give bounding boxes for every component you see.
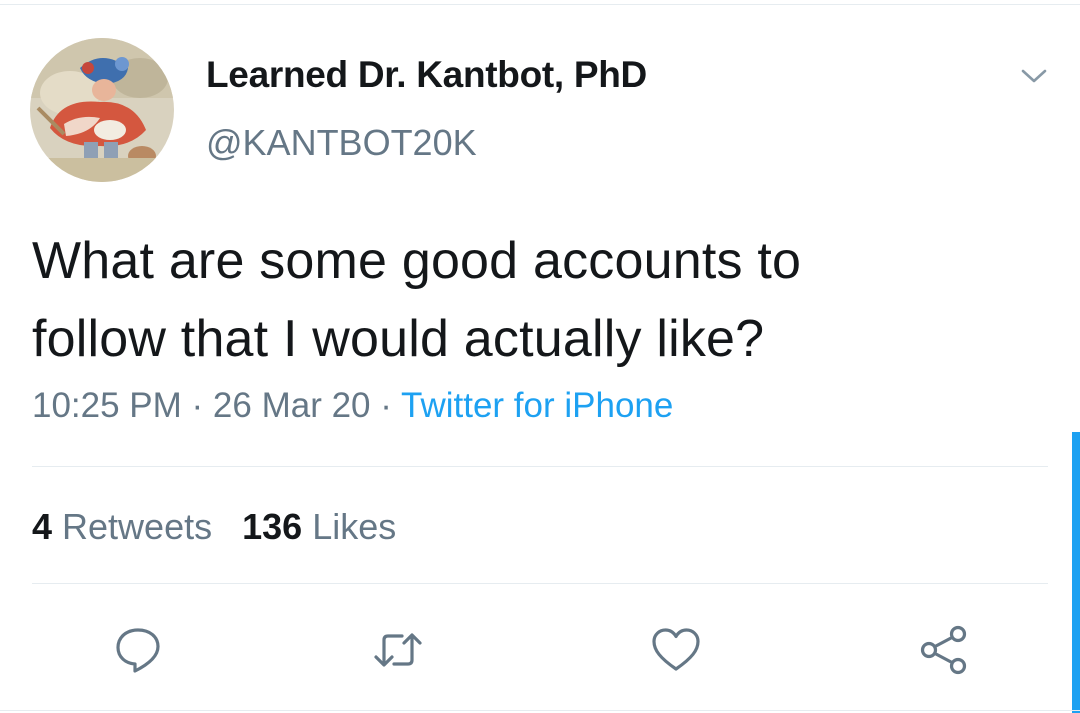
author-display-name[interactable]: Learned Dr. Kantbot, PhD	[206, 54, 647, 96]
likes-label: Likes	[302, 506, 397, 547]
tweet-date: 26 Mar 20	[212, 386, 371, 425]
retweet-button[interactable]	[372, 624, 424, 676]
avatar[interactable]	[30, 38, 174, 182]
like-button[interactable]	[650, 624, 702, 676]
likes-stat[interactable]: 136 Likes	[242, 506, 396, 547]
likes-count: 136	[242, 506, 303, 547]
retweets-stat[interactable]: 4 Retweets	[32, 506, 212, 547]
tweet-time: 10:25 PM	[32, 386, 182, 425]
author-handle[interactable]: @KANTBOT20K	[206, 122, 477, 164]
reply-icon	[116, 628, 160, 673]
retweets-count: 4	[32, 506, 53, 547]
tweet-metadata: 10:25 PM · 26 Mar 20 · Twitter for iPhon…	[32, 386, 673, 426]
divider	[32, 583, 1048, 584]
tweet-detail-view: Learned Dr. Kantbot, PhD @KANTBOT20K Wha…	[0, 0, 1080, 713]
retweet-icon	[374, 633, 422, 667]
top-divider	[0, 4, 1080, 5]
meta-separator: ·	[370, 386, 401, 425]
meta-separator: ·	[181, 386, 213, 425]
retweets-label: Retweets	[52, 506, 213, 547]
tweet-stats: 4 Retweets 136 Likes	[32, 506, 396, 548]
share-icon	[920, 625, 967, 675]
painting-portrait-avatar-icon	[30, 38, 174, 182]
reply-button[interactable]	[112, 624, 164, 676]
scrollbar[interactable]	[1072, 432, 1080, 713]
bottom-divider	[0, 710, 1080, 711]
tweet-text: What are some good accounts to follow th…	[32, 222, 1032, 378]
chevron-down-icon	[1021, 69, 1047, 83]
share-button[interactable]	[918, 624, 970, 676]
heart-icon	[652, 628, 700, 671]
tweet-text-line: What are some good accounts to	[32, 232, 802, 290]
tweet-text-line: follow that I would actually like?	[32, 310, 765, 368]
tweet-menu-button[interactable]	[1014, 60, 1054, 92]
divider	[32, 466, 1048, 467]
tweet-source-link[interactable]: Twitter for iPhone	[401, 386, 673, 425]
